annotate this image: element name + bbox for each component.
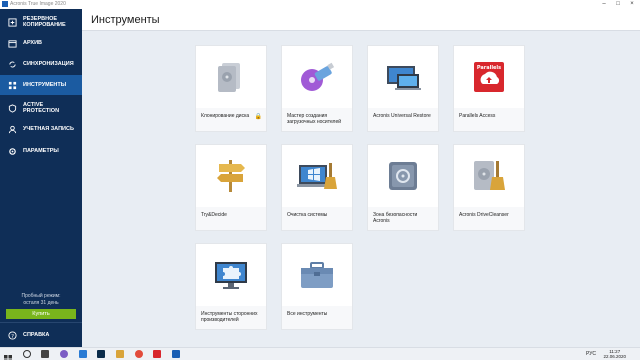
- puzzle-icon: [196, 244, 266, 306]
- gear-icon: [5, 147, 19, 156]
- taskbar: РУС 11:27 22.06.2020: [0, 347, 640, 360]
- clock-date: 22.06.2020: [603, 354, 626, 359]
- tile-label: Клонирование диска: [201, 113, 250, 119]
- backup-icon: [5, 17, 19, 27]
- sidebar: РЕЗЕРВНОЕ КОПИРОВАНИЕ АРХИВ СИНХРОНИЗАЦИ…: [0, 9, 82, 347]
- sidebar-item-settings[interactable]: ПАРАМЕТРЫ: [0, 141, 82, 161]
- parallels-badge: Parallels: [477, 65, 501, 71]
- svg-text:?: ?: [11, 333, 14, 339]
- title-bar: Acronis True Image 2020 – □ ×: [0, 0, 640, 9]
- language-indicator[interactable]: РУС: [586, 351, 596, 357]
- toolbox-icon: [282, 244, 352, 306]
- tile-all-tools[interactable]: Все инструменты: [281, 243, 353, 330]
- yandex-icon[interactable]: [153, 350, 161, 358]
- sidebar-item-label: РЕЗЕРВНОЕ КОПИРОВАНИЕ: [23, 15, 66, 29]
- tile-label: Зона безопасности Acronis: [373, 212, 418, 224]
- task-view-icon[interactable]: [41, 350, 49, 358]
- tile-label: Try&Decide: [201, 212, 227, 218]
- sidebar-item-sync[interactable]: СИНХРОНИЗАЦИЯ: [0, 54, 82, 74]
- tile-system-cleanup[interactable]: Очистка системы: [281, 144, 353, 231]
- tile-label: Acronis Universal Restore: [373, 113, 431, 119]
- help-icon: ?: [5, 330, 19, 340]
- user-icon: [5, 125, 19, 134]
- drive-cleanser-icon: [454, 145, 524, 207]
- sidebar-item-help[interactable]: ? СПРАВКА: [0, 325, 82, 345]
- universal-restore-icon: [368, 46, 438, 108]
- sidebar-item-archive[interactable]: АРХИВ: [0, 33, 82, 53]
- buy-button[interactable]: Купить: [6, 309, 76, 319]
- tile-disk-clone[interactable]: Клонирование диска 🔒: [195, 45, 267, 132]
- viber-icon[interactable]: [60, 350, 68, 358]
- trial-line: Пробный режим:: [21, 293, 61, 299]
- tile-label: Мастер создания загрузочных носителей: [287, 113, 342, 125]
- trial-days: осталя 31 день: [23, 300, 59, 306]
- safe-icon: [368, 145, 438, 207]
- tile-bootable-media[interactable]: Мастер создания загрузочных носителей: [281, 45, 353, 132]
- sidebar-item-active-protection[interactable]: ACTIVE PROTECTION: [0, 97, 82, 119]
- sidebar-item-label: СИНХРОНИЗАЦИЯ: [23, 60, 74, 67]
- close-button[interactable]: ×: [626, 0, 638, 9]
- tile-drive-cleanser[interactable]: Acronis DriveCleanser: [453, 144, 525, 231]
- sidebar-divider: [0, 322, 82, 323]
- sidebar-item-label: ACTIVE PROTECTION: [23, 101, 60, 115]
- tile-secure-zone[interactable]: Зона безопасности Acronis: [367, 144, 439, 231]
- sidebar-item-label: ИНСТРУМЕНТЫ: [23, 81, 67, 88]
- tools-icon: [5, 81, 19, 90]
- tile-third-party-tools[interactable]: Инструменты сторонних производителей: [195, 243, 267, 330]
- system-cleanup-icon: [282, 145, 352, 207]
- parallels-access-icon: Parallels: [454, 46, 524, 108]
- start-icon[interactable]: [4, 350, 12, 360]
- tile-parallels-access[interactable]: Parallels Parallels Access: [453, 45, 525, 132]
- disk-clone-icon: [196, 46, 266, 108]
- tile-label: Очистка системы: [287, 212, 328, 218]
- tile-label: Все инструменты: [287, 311, 328, 317]
- mail-icon[interactable]: [79, 350, 87, 358]
- usb-media-icon: [282, 46, 352, 108]
- tile-label: Acronis DriveCleanser: [459, 212, 509, 218]
- archive-icon: [5, 39, 19, 48]
- sync-icon: [5, 60, 19, 69]
- minimize-button[interactable]: –: [598, 0, 610, 9]
- sidebar-item-label: УЧЕТНАЯ ЗАПИСЬ: [23, 125, 74, 132]
- trial-notice: Пробный режим: осталя 31 день: [0, 293, 82, 307]
- page-title: Инструменты: [91, 14, 160, 26]
- search-icon[interactable]: [23, 350, 31, 358]
- clock[interactable]: 11:27 22.06.2020: [603, 349, 626, 359]
- acronis-taskbar-icon[interactable]: [172, 350, 180, 358]
- maximize-button[interactable]: □: [612, 0, 624, 9]
- sidebar-item-label: АРХИВ: [23, 39, 43, 46]
- tile-label: Parallels Access: [459, 113, 496, 119]
- photoshop-icon[interactable]: [97, 350, 105, 358]
- sidebar-item-tools[interactable]: ИНСТРУМЕНТЫ: [0, 75, 82, 95]
- page-header: Инструменты: [82, 9, 640, 31]
- sidebar-item-backup[interactable]: РЕЗЕРВНОЕ КОПИРОВАНИЕ: [0, 11, 82, 33]
- window-title: Acronis True Image 2020: [10, 1, 66, 7]
- tile-universal-restore[interactable]: Acronis Universal Restore: [367, 45, 439, 132]
- lock-icon: 🔒: [254, 114, 262, 120]
- main-content: Инструменты Клонирование диска 🔒 Мастер …: [82, 9, 640, 347]
- tile-try-decide[interactable]: Try&Decide: [195, 144, 267, 231]
- file-explorer-icon[interactable]: [116, 350, 124, 358]
- signpost-icon: [196, 145, 266, 207]
- tile-label: Инструменты сторонних производителей: [201, 311, 258, 323]
- sidebar-item-label: ПАРАМЕТРЫ: [23, 147, 59, 154]
- app-logo-icon: [2, 1, 8, 7]
- sidebar-item-account[interactable]: УЧЕТНАЯ ЗАПИСЬ: [0, 119, 82, 139]
- shield-icon: [5, 103, 19, 113]
- chrome-icon[interactable]: [135, 350, 143, 358]
- sidebar-item-label: СПРАВКА: [23, 331, 50, 338]
